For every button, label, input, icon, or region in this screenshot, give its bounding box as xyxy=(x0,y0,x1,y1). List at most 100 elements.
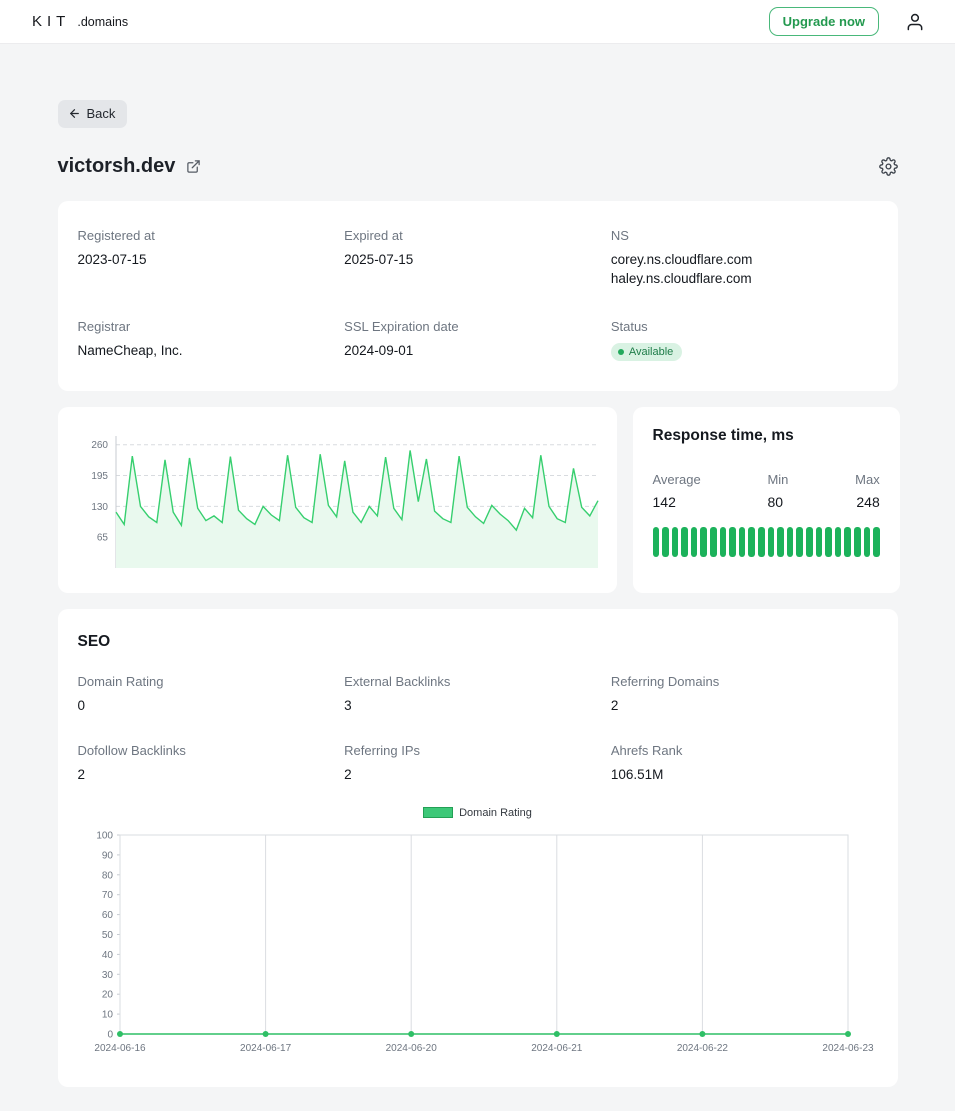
field-status: Status Available xyxy=(610,318,878,361)
uptime-bar xyxy=(690,526,698,557)
stat-average: Average 142 xyxy=(653,472,701,510)
field-expired-at: Expired at 2025-07-15 xyxy=(344,228,611,289)
stat-label: Average xyxy=(652,471,701,487)
metric-label: External Backlinks xyxy=(344,673,451,689)
uptime-bar xyxy=(652,526,660,557)
page-content: Back victorsh.dev Registered at 2023-07-… xyxy=(57,44,900,1111)
svg-text:260: 260 xyxy=(91,440,108,451)
metric-label: Referring IPs xyxy=(344,742,421,758)
arrow-left-icon xyxy=(68,107,81,120)
legend-swatch-icon xyxy=(423,807,454,819)
svg-text:2024-06-20: 2024-06-20 xyxy=(385,1043,437,1054)
svg-text:130: 130 xyxy=(91,502,108,513)
field-registrar: Registrar NameCheap, Inc. xyxy=(78,319,345,361)
field-label: Status xyxy=(610,318,648,334)
back-button[interactable]: Back xyxy=(57,100,128,128)
uptime-bar xyxy=(844,526,851,557)
metric-value: 3 xyxy=(344,697,352,713)
uptime-bar xyxy=(700,526,708,557)
settings-button[interactable] xyxy=(878,157,898,176)
page-title: victorsh.dev xyxy=(57,155,176,177)
uptime-bar xyxy=(758,526,765,557)
metric-domain-rating: Domain Rating 0 xyxy=(78,674,345,716)
stat-label: Max xyxy=(855,471,880,487)
svg-text:2024-06-21: 2024-06-21 xyxy=(531,1043,583,1054)
field-value: 2023-07-15 xyxy=(77,252,147,267)
svg-text:2024-06-16: 2024-06-16 xyxy=(94,1043,146,1054)
svg-text:195: 195 xyxy=(91,471,108,482)
field-value: NameCheap, Inc. xyxy=(77,342,183,358)
uptime-bar xyxy=(806,526,813,557)
logo-secondary: .domains xyxy=(77,15,129,29)
metric-label: Referring Domains xyxy=(610,673,720,689)
field-registered-at: Registered at 2023-07-15 xyxy=(78,228,345,289)
stat-label: Min xyxy=(767,471,789,487)
stat-value: 248 xyxy=(856,493,880,510)
status-badge: Available xyxy=(610,342,683,361)
svg-text:90: 90 xyxy=(101,850,113,861)
response-time-title: Response time, ms xyxy=(652,426,794,444)
uptime-bar xyxy=(719,526,727,557)
domain-info-card: Registered at 2023-07-15 Expired at 2025… xyxy=(57,201,898,391)
svg-text:70: 70 xyxy=(101,890,113,901)
external-link-icon[interactable] xyxy=(186,159,201,174)
ns-line-1: corey.ns.cloudflare.com xyxy=(610,252,753,267)
status-dot-icon xyxy=(617,348,624,355)
metric-referring-domains: Referring Domains 2 xyxy=(611,674,878,716)
field-ssl-expiration: SSL Expiration date 2024-09-01 xyxy=(344,319,611,361)
uptime-bar xyxy=(729,526,736,557)
uptime-bar xyxy=(825,526,832,557)
metric-value: 106.51M xyxy=(610,766,664,782)
svg-text:0: 0 xyxy=(107,1029,113,1040)
svg-text:40: 40 xyxy=(101,949,113,960)
domain-rating-chart-svg: 0 10 20 30 40 50 60 70 80 90 100 2024-06-16 2024-06-… xyxy=(94,830,874,1054)
user-account-button[interactable] xyxy=(905,12,925,32)
stat-value: 142 xyxy=(652,493,676,510)
metric-label: Ahrefs Rank xyxy=(610,742,683,758)
uptime-bar xyxy=(710,526,717,557)
app-header: KIT .domains Upgrade now xyxy=(0,0,955,44)
seo-metrics-grid: Domain Rating 0 External Backlinks 3 Ref… xyxy=(78,674,878,785)
charts-row: 65 130 195 260 Response time, ms Average 14… xyxy=(57,406,900,593)
uptime-bar xyxy=(777,526,784,557)
uptime-bar xyxy=(815,526,823,557)
response-time-stats-card: Response time, ms Average 142 Min 80 Max… xyxy=(632,406,900,593)
uptime-bar xyxy=(738,526,746,557)
response-time-chart-card: 65 130 195 260 xyxy=(57,406,617,593)
title-row: victorsh.dev xyxy=(58,155,898,178)
metric-referring-ips: Referring IPs 2 xyxy=(344,743,611,785)
seo-title: SEO xyxy=(77,632,111,650)
response-time-chart: 65 130 195 260 xyxy=(72,422,603,578)
metric-value: 2 xyxy=(77,766,86,782)
svg-text:65: 65 xyxy=(96,532,108,543)
field-label: NS xyxy=(610,228,629,243)
logo[interactable]: KIT .domains xyxy=(32,13,128,30)
svg-text:10: 10 xyxy=(101,1009,113,1020)
uptime-bar xyxy=(671,526,679,557)
field-label: Registrar xyxy=(77,318,131,334)
seo-card: SEO Domain Rating 0 External Backlinks 3… xyxy=(57,608,898,1087)
metric-value: 2 xyxy=(610,697,619,713)
uptime-bar xyxy=(853,526,861,557)
stat-value: 80 xyxy=(767,493,784,510)
upgrade-button[interactable]: Upgrade now xyxy=(768,7,879,36)
uptime-bar xyxy=(662,526,669,557)
svg-text:60: 60 xyxy=(101,910,113,921)
uptime-bar xyxy=(863,526,871,557)
svg-text:80: 80 xyxy=(101,870,113,881)
uptime-bar xyxy=(873,526,880,557)
response-time-stats: Average 142 Min 80 Max 248 xyxy=(653,472,880,510)
svg-text:100: 100 xyxy=(96,830,113,841)
field-label: Registered at xyxy=(77,228,155,243)
field-label: Expired at xyxy=(344,228,403,243)
user-icon xyxy=(905,12,925,32)
metric-dofollow-backlinks: Dofollow Backlinks 2 xyxy=(78,743,345,785)
logo-primary: KIT xyxy=(32,13,71,30)
chart-legend: Domain Rating xyxy=(78,807,878,819)
field-value: 2025-07-15 xyxy=(344,252,414,267)
field-label: SSL Expiration date xyxy=(344,318,459,334)
back-button-label: Back xyxy=(86,106,116,121)
svg-text:30: 30 xyxy=(101,969,113,980)
uptime-bar xyxy=(796,526,803,557)
stat-min: Min 80 xyxy=(767,472,788,510)
